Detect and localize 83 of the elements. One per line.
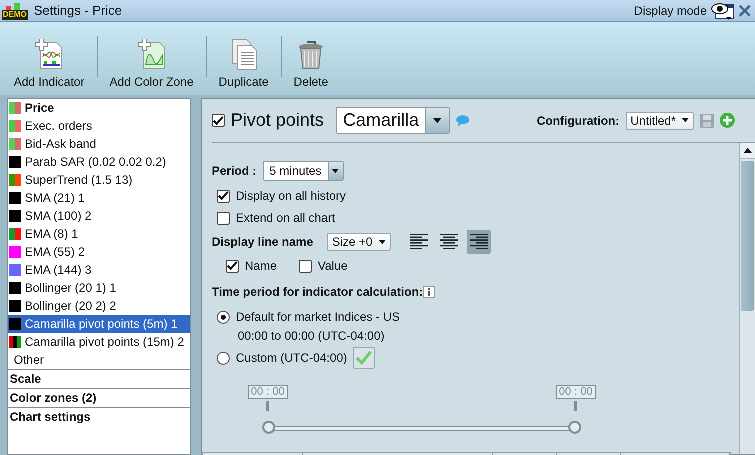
caret-icon bbox=[378, 240, 386, 244]
slider-handle[interactable] bbox=[568, 421, 582, 434]
sidebar-item[interactable]: Bollinger (20 1) 1 bbox=[8, 279, 190, 297]
sidebar-item[interactable]: Camarilla pivot points (5m) 1 bbox=[8, 315, 190, 333]
display-mode-label: Display mode bbox=[634, 4, 707, 18]
sidebar-item-label: Exec. orders bbox=[25, 119, 92, 133]
sidebar-item[interactable]: Parab SAR (0.02 0.02 0.2) bbox=[8, 153, 190, 171]
caret-icon bbox=[332, 168, 340, 174]
option-label: Extend on all chart bbox=[236, 211, 336, 225]
sidebar-item-label: Camarilla pivot points (15m) 2 bbox=[25, 335, 184, 349]
sidebar-item[interactable]: SuperTrend (1.5 13) bbox=[8, 171, 190, 189]
sidebar-item-label: Bollinger (20 2) 2 bbox=[25, 299, 116, 313]
indicator-title: Pivot points bbox=[231, 110, 324, 131]
radio-button[interactable] bbox=[217, 352, 230, 364]
sidebar-item[interactable]: Price bbox=[8, 99, 190, 117]
align-center-icon bbox=[440, 234, 458, 250]
demo-badge: DEMO bbox=[2, 10, 28, 20]
period-label: Period : bbox=[212, 164, 257, 178]
sidebar-item-label: SMA (100) 2 bbox=[25, 209, 92, 223]
sidebar-item-label: Parab SAR (0.02 0.02 0.2) bbox=[25, 155, 166, 169]
caret-icon bbox=[682, 118, 689, 123]
time-range-text: 00:00 to 00:00 (UTC-04:00) bbox=[238, 329, 385, 343]
configuration-dropdown[interactable]: Untitled* bbox=[626, 112, 694, 130]
align-left-icon bbox=[410, 234, 428, 250]
checkbox[interactable] bbox=[217, 212, 230, 224]
checkbox[interactable] bbox=[212, 114, 225, 127]
sidebar-item[interactable]: Other bbox=[8, 351, 190, 369]
toolbar-button[interactable]: Delete bbox=[286, 30, 336, 91]
sidebar-item-label: Camarilla pivot points (5m) 1 bbox=[25, 317, 178, 331]
info-icon[interactable] bbox=[423, 286, 436, 298]
sidebar-section[interactable]: Chart settings bbox=[8, 407, 190, 426]
toolbar-button[interactable]: Add Indicator bbox=[6, 30, 93, 91]
scrollbar[interactable] bbox=[739, 143, 755, 454]
toolbar-button[interactable]: Duplicate bbox=[210, 30, 277, 91]
configuration-label: Configuration: bbox=[536, 114, 620, 128]
sidebar-item-label: EMA (144) 3 bbox=[25, 263, 92, 277]
type-dropdown[interactable]: Camarilla bbox=[336, 107, 450, 134]
sidebar-item[interactable]: Bollinger (20 2) 2 bbox=[8, 297, 190, 315]
slider-handle[interactable] bbox=[262, 421, 276, 434]
sidebar-item[interactable]: EMA (8) 1 bbox=[8, 225, 190, 243]
sidebar-item-label: EMA (55) 2 bbox=[25, 245, 86, 259]
checkbox[interactable] bbox=[299, 260, 312, 272]
option-label: Display on all history bbox=[236, 189, 346, 203]
sidebar-item[interactable]: Exec. orders bbox=[8, 117, 190, 135]
sidebar-section[interactable]: Color zones (2) bbox=[8, 388, 190, 407]
caret-icon bbox=[433, 118, 442, 124]
option-label: Value bbox=[318, 259, 348, 273]
radio-button[interactable] bbox=[217, 310, 230, 324]
line-name-label: Display line name bbox=[212, 235, 314, 249]
time-label: 00 : 00 bbox=[556, 385, 596, 399]
option-label: Name bbox=[245, 259, 278, 273]
period-dropdown[interactable]: 5 minutes bbox=[262, 161, 344, 181]
sidebar-item[interactable]: Camarilla pivot points (15m) 2 bbox=[8, 333, 190, 351]
sidebar-item[interactable]: EMA (144) 3 bbox=[8, 261, 190, 279]
radio-label: Custom (UTC-04:00) bbox=[236, 351, 348, 365]
area-chart-add-icon bbox=[136, 39, 168, 71]
time-label: 00 : 00 bbox=[248, 385, 288, 399]
sidebar-item-label: Bid-Ask band bbox=[25, 137, 96, 151]
sidebar-item-label: Price bbox=[25, 101, 54, 115]
sidebar-item-label: SMA (21) 1 bbox=[25, 191, 86, 205]
sidebar-section[interactable]: Scale bbox=[8, 369, 190, 388]
sidebar-item[interactable]: EMA (55) 2 bbox=[8, 243, 190, 261]
sidebar-item-label: Other bbox=[14, 353, 44, 367]
scroll-up-icon[interactable] bbox=[744, 148, 752, 153]
checkbox[interactable] bbox=[217, 190, 230, 202]
size-dropdown[interactable]: Size +0 bbox=[327, 233, 391, 251]
sidebar-item-label: Bollinger (20 1) 1 bbox=[25, 281, 116, 295]
radio-label: Default for market Indices - US bbox=[236, 310, 400, 324]
add-icon[interactable] bbox=[720, 113, 735, 128]
eye-window-icon[interactable] bbox=[711, 0, 735, 20]
sidebar-item[interactable]: Bid-Ask band bbox=[8, 135, 190, 153]
chart-add-icon bbox=[33, 39, 66, 71]
align-right-icon bbox=[470, 234, 488, 250]
close-icon[interactable] bbox=[739, 4, 751, 16]
sidebar-item[interactable]: SMA (21) 1 bbox=[8, 189, 190, 207]
sidebar-item[interactable]: SMA (100) 2 bbox=[8, 207, 190, 225]
sidebar-item-label: EMA (8) 1 bbox=[25, 227, 78, 241]
alignment-button[interactable] bbox=[466, 230, 491, 254]
checkbox[interactable] bbox=[226, 260, 239, 272]
sidebar-item-label: SuperTrend (1.5 13) bbox=[25, 173, 133, 187]
time-period-label: Time period for indicator calculation: bbox=[212, 285, 424, 299]
window-title: Settings - Price bbox=[34, 3, 122, 18]
toolbar-button[interactable]: Add Color Zone bbox=[102, 30, 202, 91]
